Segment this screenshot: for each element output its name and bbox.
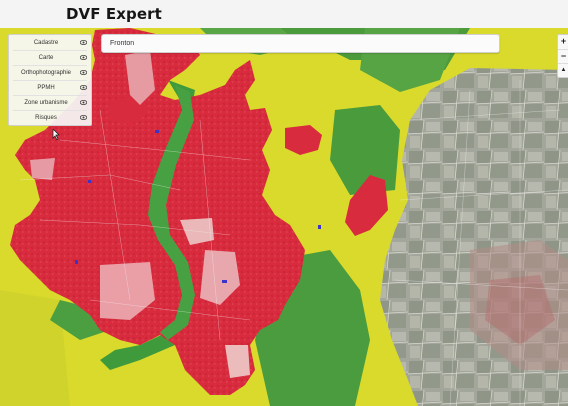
layer-row-ppmh[interactable]: PPMH [9, 81, 91, 95]
layer-label: Cadastre [33, 40, 59, 46]
layer-row-orthophotographie[interactable]: Orthophotographie [9, 66, 91, 80]
compass-icon[interactable]: ▲ [558, 63, 568, 77]
eye-icon[interactable] [80, 40, 87, 45]
zoom-out-button[interactable]: − [558, 49, 568, 63]
layer-panel: Cadastre Carte Orthophotographie PPMH Zo… [8, 34, 92, 126]
search-input[interactable]: Fronton [101, 34, 500, 53]
layer-row-zone-urbanisme[interactable]: Zone urbanisme [9, 96, 91, 110]
eye-icon[interactable] [80, 55, 87, 60]
eye-icon[interactable] [80, 100, 87, 105]
layer-row-risques[interactable]: Risques [9, 111, 91, 125]
layer-row-carte[interactable]: Carte [9, 51, 91, 65]
eye-icon[interactable] [80, 70, 87, 75]
layer-label: Orthophotographie [20, 70, 72, 76]
app-header: DVF Expert [0, 0, 568, 29]
search-value: Fronton [110, 40, 135, 47]
layer-label: Zone urbanisme [24, 100, 68, 106]
app-title: DVF Expert [66, 5, 162, 23]
eye-icon[interactable] [80, 85, 87, 90]
layer-label: Carte [38, 55, 54, 61]
layer-label: PPMH [37, 85, 55, 91]
mouse-cursor-icon [52, 127, 60, 141]
eye-icon[interactable] [80, 115, 87, 120]
layer-row-cadastre[interactable]: Cadastre [9, 36, 91, 50]
zoom-control: + − ▲ [557, 34, 568, 78]
layer-label: Risques [35, 115, 57, 121]
zoom-in-button[interactable]: + [558, 35, 568, 48]
